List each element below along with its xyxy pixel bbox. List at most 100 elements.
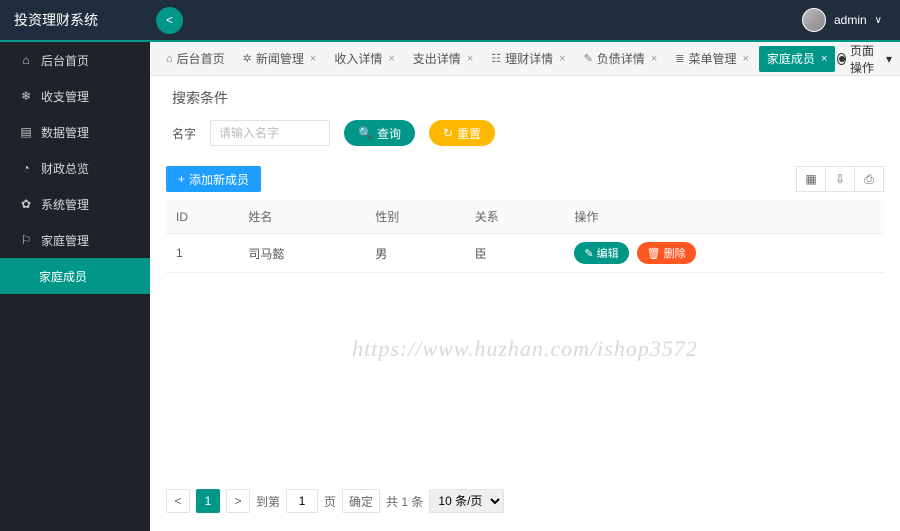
search-name-input[interactable] — [210, 120, 330, 146]
th-relation[interactable]: 关系 — [465, 200, 565, 234]
tab-label: 收入详情 — [334, 50, 382, 67]
trash-icon: 🗑 — [647, 247, 661, 260]
sidebar-item-data[interactable]: ▤ 数据管理 — [0, 114, 150, 150]
print-button[interactable]: ⎙ — [854, 166, 884, 192]
sidebar-item-home[interactable]: ⌂ 后台首页 — [0, 42, 150, 78]
pager-next-button[interactable]: > — [226, 489, 250, 513]
avatar — [802, 8, 826, 32]
pager-page-input[interactable] — [286, 489, 318, 513]
watermark: https://www.huzhan.com/ishop3572 — [352, 336, 698, 362]
sidebar-item-label: 收支管理 — [41, 88, 89, 105]
reset-button[interactable]: ↻重置 — [429, 120, 495, 146]
tab-label: 新闻管理 — [256, 50, 304, 67]
user-name: admin — [834, 13, 867, 27]
close-icon[interactable]: × — [467, 53, 473, 65]
button-label: 编辑 — [597, 245, 619, 261]
close-icon[interactable]: × — [559, 53, 565, 65]
tab-home[interactable]: ⌂ 后台首页 — [158, 46, 233, 72]
user-menu[interactable]: admin ∨ — [802, 8, 900, 32]
list-icon: ▤ — [19, 125, 33, 139]
cell-gender: 男 — [365, 234, 465, 273]
cell-id: 1 — [166, 234, 238, 273]
tab-label: 家庭成员 — [767, 50, 815, 67]
page-op-label: 页面操作 — [850, 42, 882, 76]
app-title: 投资理财系统 — [0, 10, 150, 30]
sidebar-item-family[interactable]: ⚐家庭管理 — [0, 222, 150, 258]
th-op[interactable]: 操作 — [564, 200, 884, 234]
sidebar-collapse-button[interactable]: < — [156, 7, 183, 34]
close-icon[interactable]: × — [651, 53, 657, 65]
sidebar-item-balance[interactable]: ❄ 收支管理 — [0, 78, 150, 114]
search-title: 搜索条件 — [172, 88, 884, 108]
pager-page-1[interactable]: 1 — [196, 489, 220, 513]
pager-confirm-button[interactable]: 确定 — [342, 489, 380, 513]
edit-button[interactable]: ✎ 编辑 — [574, 242, 628, 264]
pager-size-select[interactable]: 10 条/页 — [429, 489, 504, 513]
tab-bar: ⌂ 后台首页 ✲ 新闻管理 × 收入详情 × 支出详情 × ☷ 理财详情 × ✎ 负债详情 × ≣… — [150, 42, 900, 76]
snowflake-icon: ❄ — [19, 89, 33, 103]
search-row: 名字 🔍 查询 ↻重置 — [172, 120, 884, 146]
tab-label: 理财详情 — [505, 50, 553, 67]
menu-icon: ≣ — [675, 52, 684, 65]
home-icon: ⌂ — [19, 53, 33, 67]
asterisk-icon: ✲ — [243, 52, 252, 65]
page-body: 搜索条件 名字 🔍 查询 ↻重置 +添加新成员 ▦ ⇩ ⎙ ID — [150, 76, 900, 531]
tab-debt[interactable]: ✎ 负债详情 × — [576, 46, 666, 72]
close-icon[interactable]: × — [821, 53, 827, 65]
flag-icon: ⚐ — [19, 233, 33, 247]
pie-icon: ◔ — [19, 161, 33, 175]
columns-button[interactable]: ▦ — [796, 166, 826, 192]
pencil-icon: ✎ — [584, 247, 593, 260]
sidebar-item-label: 财政总览 — [41, 160, 89, 177]
button-label: 删除 — [664, 245, 686, 261]
search-name-label: 名字 — [172, 125, 196, 142]
sidebar: ⌂ 后台首页 ❄ 收支管理 ▤ 数据管理 ◔ 财政总览 ✿ 系统管理 ⚐家庭管理 家庭成员 — [0, 40, 150, 531]
topbar: 投资理财系统 < admin ∨ — [0, 0, 900, 40]
home-icon: ⌂ — [166, 53, 173, 65]
button-label: 查询 — [377, 125, 401, 142]
sidebar-item-label: 后台首页 — [41, 52, 89, 69]
add-member-button[interactable]: +添加新成员 — [166, 166, 261, 192]
close-icon[interactable]: × — [310, 53, 316, 65]
sidebar-item-system[interactable]: ✿ 系统管理 — [0, 186, 150, 222]
export-button[interactable]: ⇩ — [825, 166, 855, 192]
cell-op: ✎ 编辑 🗑删除 — [564, 234, 884, 273]
search-icon: 🔍 — [358, 126, 373, 140]
chevron-down-icon: ∨ — [875, 15, 882, 26]
tab-label: 后台首页 — [177, 50, 225, 67]
sidebar-item-family-member[interactable]: 家庭成员 — [0, 258, 150, 294]
tab-label: 负债详情 — [597, 50, 645, 67]
sidebar-item-label: 家庭成员 — [39, 268, 87, 285]
data-table: ID 姓名 性别 关系 操作 1 司马懿 男 臣 — [166, 200, 884, 273]
th-gender[interactable]: 性别 — [365, 200, 465, 234]
page-operations-dropdown[interactable]: 页面操作 ▾ — [837, 42, 892, 76]
close-icon[interactable]: × — [742, 53, 748, 65]
pagination: < 1 > 到第 页 确定 共 1 条 10 条/页 — [166, 489, 504, 513]
toolbar-row: +添加新成员 ▦ ⇩ ⎙ — [166, 166, 884, 192]
pager-prev-button[interactable]: < — [166, 489, 190, 513]
cell-relation: 臣 — [465, 234, 565, 273]
sidebar-item-finance[interactable]: ◔ 财政总览 — [0, 150, 150, 186]
delete-button[interactable]: 🗑删除 — [637, 242, 696, 264]
gear-icon: ✿ — [19, 197, 33, 211]
button-label: 添加新成员 — [189, 171, 249, 188]
button-label: 重置 — [457, 125, 481, 142]
tab-income[interactable]: 收入详情 × — [326, 46, 402, 72]
tab-label: 菜单管理 — [688, 50, 736, 67]
th-name[interactable]: 姓名 — [238, 200, 365, 234]
tab-label: 支出详情 — [413, 50, 461, 67]
query-button[interactable]: 🔍 查询 — [344, 120, 415, 146]
tab-expense[interactable]: 支出详情 × — [405, 46, 481, 72]
calendar-icon: ☷ — [491, 52, 501, 65]
sidebar-item-label: 系统管理 — [41, 196, 89, 213]
th-id[interactable]: ID — [166, 200, 238, 234]
content-area: ⌂ 后台首页 ✲ 新闻管理 × 收入详情 × 支出详情 × ☷ 理财详情 × ✎ 负债详情 × ≣… — [150, 40, 900, 531]
tab-news[interactable]: ✲ 新闻管理 × — [235, 46, 325, 72]
close-icon[interactable]: × — [388, 53, 394, 65]
tab-invest[interactable]: ☷ 理财详情 × — [483, 46, 573, 72]
target-icon — [837, 53, 846, 65]
pencil-icon: ✎ — [584, 52, 593, 65]
sidebar-item-label: 数据管理 — [41, 124, 89, 141]
tab-menu[interactable]: ≣ 菜单管理 × — [667, 46, 757, 72]
tab-family-member[interactable]: 家庭成员 × — [759, 46, 835, 72]
